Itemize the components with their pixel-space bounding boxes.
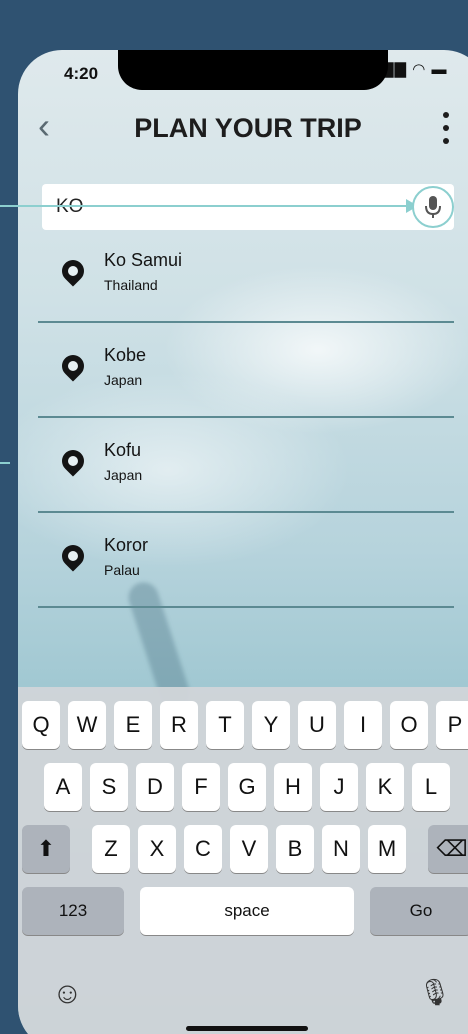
- microphone-icon: [425, 196, 441, 218]
- dictation-icon[interactable]: 🎙: [418, 977, 451, 1008]
- search-bar: [42, 184, 454, 230]
- results-list: Ko Samui Thailand Kobe Japan Kofu Japan …: [38, 228, 454, 608]
- map-pin-icon: [57, 350, 89, 382]
- keyboard-row-4: 123 space Go: [22, 887, 468, 935]
- emoji-icon[interactable]: ☺: [52, 977, 83, 1011]
- key[interactable]: P: [436, 701, 468, 749]
- map-pin-icon: [57, 445, 89, 477]
- space-key[interactable]: space: [140, 887, 354, 935]
- key[interactable]: K: [366, 763, 404, 811]
- numbers-key[interactable]: 123: [22, 887, 124, 935]
- key[interactable]: T: [206, 701, 244, 749]
- key[interactable]: C: [184, 825, 222, 873]
- key[interactable]: G: [228, 763, 266, 811]
- key[interactable]: F: [182, 763, 220, 811]
- key[interactable]: I: [344, 701, 382, 749]
- page-title: PLAN YOUR TRIP: [134, 113, 362, 143]
- key[interactable]: M: [368, 825, 406, 873]
- notch: [118, 50, 388, 90]
- key[interactable]: Z: [92, 825, 130, 873]
- keyboard-row-2: A S D F G H J K L: [44, 763, 458, 811]
- keyboard-row-3: ⬆ Z X C V B N M ⌫: [22, 825, 468, 873]
- key[interactable]: E: [114, 701, 152, 749]
- key[interactable]: N: [322, 825, 360, 873]
- key[interactable]: S: [90, 763, 128, 811]
- search-input[interactable]: [56, 192, 396, 222]
- result-country: Thailand: [104, 277, 158, 293]
- map-pin-icon: [57, 540, 89, 572]
- list-item[interactable]: Kobe Japan: [38, 323, 454, 418]
- key[interactable]: R: [160, 701, 198, 749]
- shift-key[interactable]: ⬆: [22, 825, 70, 873]
- keyboard: Q W E R T Y U I O P A S D F G H J K L ⬆ …: [18, 687, 468, 1034]
- more-vertical-icon[interactable]: [436, 110, 456, 146]
- list-item[interactable]: Ko Samui Thailand: [38, 228, 454, 323]
- menu-dot: [443, 112, 449, 118]
- result-city: Ko Samui: [104, 250, 183, 270]
- key[interactable]: U: [298, 701, 336, 749]
- key[interactable]: O: [390, 701, 428, 749]
- status-indicators-icon: ▇▇ ◠ ▬: [382, 61, 448, 78]
- status-time: 4:20: [64, 64, 99, 83]
- key[interactable]: V: [230, 825, 268, 873]
- key[interactable]: H: [274, 763, 312, 811]
- key[interactable]: D: [136, 763, 174, 811]
- result-city: Koror: [104, 535, 149, 555]
- key[interactable]: B: [276, 825, 314, 873]
- key[interactable]: L: [412, 763, 450, 811]
- list-item[interactable]: Kofu Japan: [38, 418, 454, 513]
- result-country: Palau: [104, 562, 140, 578]
- menu-dot: [443, 138, 449, 144]
- phone-screen: 4:20 ▇▇ ◠ ▬ ‹ PLAN YOUR TRIP Ko Samui Th…: [18, 50, 468, 1034]
- result-city: Kofu: [104, 440, 142, 460]
- back-button[interactable]: ‹: [38, 108, 68, 148]
- header: ‹ PLAN YOUR TRIP: [18, 108, 468, 148]
- keyboard-row-1: Q W E R T Y U I O P: [22, 701, 468, 749]
- menu-dot: [443, 125, 449, 131]
- key[interactable]: Y: [252, 701, 290, 749]
- map-pin-icon: [57, 255, 89, 287]
- result-country: Japan: [104, 372, 143, 388]
- list-item[interactable]: Koror Palau: [38, 513, 454, 608]
- result-city: Kobe: [104, 345, 147, 365]
- key[interactable]: W: [68, 701, 106, 749]
- key[interactable]: Q: [22, 701, 60, 749]
- go-key[interactable]: Go: [370, 887, 468, 935]
- home-indicator: [186, 1026, 308, 1031]
- annotation-dash: [0, 462, 10, 464]
- microphone-button[interactable]: [412, 186, 454, 228]
- annotation-line: [0, 205, 418, 207]
- key[interactable]: X: [138, 825, 176, 873]
- key[interactable]: A: [44, 763, 82, 811]
- key[interactable]: J: [320, 763, 358, 811]
- result-country: Japan: [104, 467, 143, 483]
- delete-key[interactable]: ⌫: [428, 825, 468, 873]
